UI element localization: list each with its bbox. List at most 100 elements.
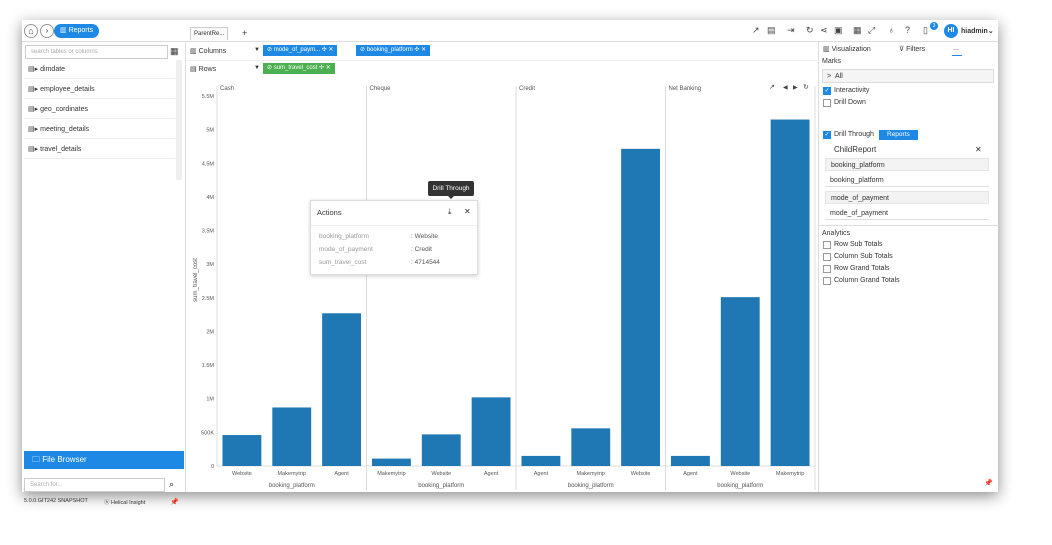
- breadcrumb-reports[interactable]: ▥ Reports: [54, 24, 100, 38]
- x-tick-label: Makemytrip: [377, 471, 405, 477]
- column-grand-totals-checkbox[interactable]: [823, 277, 831, 285]
- row-grand-totals-checkbox[interactable]: [823, 265, 831, 273]
- x-tick-label: Website: [232, 471, 252, 477]
- bar[interactable]: [371, 458, 411, 466]
- reset-icon: ↻: [803, 83, 809, 91]
- save-icon[interactable]: ▤: [767, 25, 776, 36]
- column-pill[interactable]: ⊘ booking_platform ✣ ✕: [356, 45, 431, 56]
- y-tick-label: 4.5M: [202, 161, 215, 167]
- top-bar: ⌂ › ▥ Reports ParentRe... + ↗ ▤ ⇥ ↻ ⋖ ▣ …: [22, 20, 998, 42]
- export-icon[interactable]: ⇥: [787, 25, 795, 36]
- x-tick-label: Website: [631, 471, 651, 477]
- tab-more[interactable]: ...: [953, 45, 959, 52]
- grid-view-icon[interactable]: ▦: [170, 46, 179, 57]
- tab-filters-label: Filters: [906, 46, 926, 53]
- drilldown-checkbox[interactable]: [823, 99, 831, 107]
- row-sub-totals-checkbox[interactable]: [823, 241, 831, 249]
- lightbulb-icon[interactable]: ♁: [888, 25, 895, 35]
- file-search-input[interactable]: Search for...: [24, 478, 165, 492]
- layout-icon[interactable]: ▣: [834, 25, 843, 36]
- search-icon[interactable]: ⌕: [169, 479, 174, 490]
- chart-type-icon[interactable]: ↗: [752, 25, 760, 36]
- file-browser-button[interactable]: 🗀 File Browser: [24, 451, 184, 469]
- tab-visualization[interactable]: ▥ Visualization: [823, 45, 871, 53]
- drillthrough-checkbox[interactable]: ✓: [823, 131, 831, 139]
- dataset-item[interactable]: ▤▸ employee_details: [25, 80, 175, 99]
- brand-label: Helical Insight: [111, 500, 146, 506]
- bar[interactable]: [272, 407, 312, 466]
- table-icon: ▤▸: [28, 106, 39, 113]
- dataset-scrollbar[interactable]: [176, 60, 182, 180]
- refresh-icon[interactable]: ↻: [806, 25, 814, 36]
- row-pill[interactable]: ⊘ sum_travel_cost ✣ ✕: [263, 63, 335, 74]
- popup-title: Actions: [317, 208, 342, 217]
- y-tick-label: 4M: [206, 195, 214, 201]
- app-window: ⌂ › ▥ Reports ParentRe... + ↗ ▤ ⇥ ↻ ⋖ ▣ …: [22, 20, 999, 506]
- close-icon[interactable]: ✕: [975, 145, 982, 154]
- fullscreen-icon[interactable]: ⤢: [868, 25, 875, 36]
- tab-filters[interactable]: ⊽ Filters: [899, 45, 925, 53]
- bar[interactable]: [222, 435, 262, 466]
- child-report-title: ChildReport: [834, 145, 877, 154]
- bar[interactable]: [421, 434, 461, 466]
- column-pill[interactable]: ⊘ mode_of_paym... ✣ ✕: [263, 45, 338, 56]
- analytics-item-label: Row Grand Totals: [834, 265, 890, 272]
- interactivity-checkbox[interactable]: ✓: [823, 87, 831, 95]
- dataset-label: employee_details: [40, 86, 95, 93]
- download-icon[interactable]: ⤓: [448, 207, 452, 217]
- table-search-input[interactable]: search tables or columns: [25, 45, 168, 59]
- child-field-target[interactable]: mode_of_payment: [825, 207, 989, 220]
- x-tick-label: Website: [730, 471, 750, 477]
- x-tick-label: Agent: [484, 471, 499, 477]
- bar[interactable]: [670, 455, 710, 466]
- trend-icon: ↗: [769, 83, 775, 91]
- panel-header: Cheque: [370, 86, 392, 92]
- dataset-item[interactable]: ▤▸ dimdate: [25, 60, 175, 79]
- shelf-area: ▥ Columns ▼ ⊘ mode_of_paym... ✣ ✕ ⊘ book…: [187, 42, 817, 80]
- reports-button[interactable]: Reports: [879, 130, 918, 140]
- x-tick-label: Makemytrip: [577, 471, 605, 477]
- panel-header: Net Banking: [669, 86, 702, 92]
- columns-label: Columns: [198, 48, 227, 55]
- chevron-right-icon[interactable]: ›: [40, 24, 54, 38]
- child-field-target[interactable]: booking_platform: [825, 174, 989, 187]
- tab-parent-report[interactable]: ParentRe...: [190, 27, 228, 40]
- y-tick-label: 3.5M: [202, 229, 215, 235]
- columns-dropdown-icon[interactable]: ▼: [254, 47, 260, 53]
- rows-dropdown-icon[interactable]: ▼: [254, 65, 260, 71]
- popup-key: booking_platform: [319, 233, 369, 240]
- marks-all-selector[interactable]: > All: [822, 69, 994, 83]
- share-icon[interactable]: ⋖: [820, 25, 828, 36]
- notification-icon[interactable]: ▯: [923, 25, 928, 36]
- help-icon[interactable]: ?: [905, 25, 910, 35]
- column-sub-totals-checkbox[interactable]: [823, 253, 831, 261]
- interactivity-label: Interactivity: [834, 87, 870, 94]
- bar[interactable]: [770, 119, 810, 466]
- y-tick-label: 1.5M: [202, 363, 215, 369]
- bar[interactable]: [571, 428, 611, 466]
- bar[interactable]: [621, 148, 661, 466]
- popup-divider: [311, 225, 477, 226]
- home-icon[interactable]: ⌂: [24, 24, 38, 38]
- x-tick-label: Agent: [334, 471, 349, 477]
- analytics-item-label: Column Sub Totals: [834, 253, 893, 260]
- add-tab-button[interactable]: +: [242, 28, 247, 38]
- bar[interactable]: [322, 313, 362, 466]
- close-icon[interactable]: ✕: [464, 207, 471, 216]
- dataset-item[interactable]: ▤▸ geo_cordinates: [25, 100, 175, 119]
- dataset-item[interactable]: ▤▸ meeting_details: [25, 120, 175, 139]
- left-panel: search tables or columns ▦ ▤▸ dimdate ▤▸ e…: [22, 42, 186, 506]
- bar[interactable]: [521, 455, 561, 466]
- avatar[interactable]: HI: [944, 24, 958, 38]
- popup-value: : Credit: [411, 246, 432, 253]
- bar[interactable]: [720, 297, 760, 466]
- dataset-label: travel_details: [40, 146, 82, 153]
- user-name: hiadmin: [961, 28, 988, 35]
- user-menu[interactable]: hiadmin⌄: [961, 27, 994, 35]
- bar[interactable]: [471, 397, 511, 466]
- x-axis-label: booking_platform: [568, 483, 614, 489]
- pin-icon[interactable]: 📌: [170, 498, 179, 506]
- pin-icon[interactable]: 📌: [984, 479, 993, 487]
- dataset-item[interactable]: ▤▸ travel_details: [25, 140, 175, 159]
- view-icon[interactable]: ▦: [853, 25, 862, 36]
